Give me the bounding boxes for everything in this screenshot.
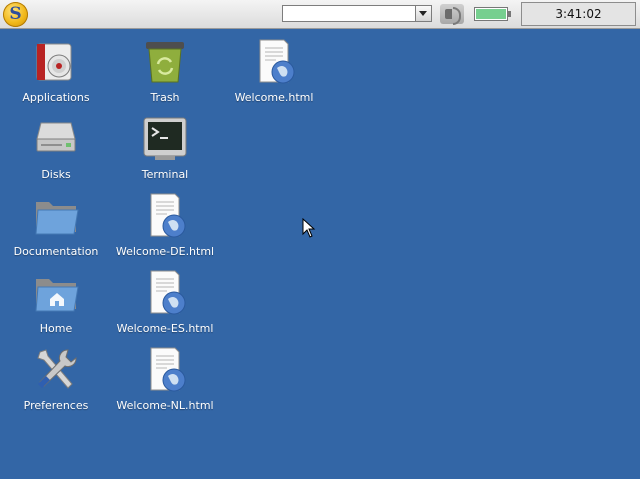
desktop-icon-welcome-de-html[interactable]: Welcome-DE.html [110, 192, 220, 264]
desktop-icon-preferences[interactable]: Preferences [1, 346, 111, 418]
desktop-icon-welcome-html[interactable]: Welcome.html [219, 38, 329, 110]
clock[interactable]: 3:41:02 [521, 2, 636, 26]
desktop-icon-label: Welcome-ES.html [116, 322, 214, 335]
applications-icon [36, 43, 72, 81]
desktop-icon-trash[interactable]: Trash [110, 38, 220, 110]
chevron-down-icon[interactable] [415, 6, 431, 21]
top-panel: S 3:41:02 [0, 0, 640, 29]
desktop-icon-label: Applications [22, 91, 90, 104]
start-menu-button[interactable]: S [3, 2, 28, 27]
html-document-icon [150, 193, 186, 238]
desktop-icon-label: Home [39, 322, 73, 335]
speaker-icon[interactable] [440, 4, 464, 25]
desktop-icon-label: Documentation [13, 245, 99, 258]
mouse-pointer-icon [302, 218, 316, 238]
folder-icon [35, 202, 79, 235]
home-folder-icon [35, 279, 79, 312]
desktop-icon-home[interactable]: Home [1, 269, 111, 341]
disk-drive-icon [36, 122, 76, 152]
html-document-icon [150, 270, 186, 315]
desktop-icon-label: Terminal [141, 168, 189, 181]
trash-icon [146, 42, 184, 83]
desktop-icon-label: Welcome-DE.html [115, 245, 215, 258]
desktop-icon-welcome-es-html[interactable]: Welcome-ES.html [110, 269, 220, 341]
battery-level-fill [476, 9, 506, 19]
search-combobox[interactable] [282, 5, 432, 22]
desktop-icon-applications[interactable]: Applications [1, 38, 111, 110]
terminal-icon [143, 117, 187, 160]
desktop-icon-label: Disks [41, 168, 71, 181]
desktop-icon-label: Trash [150, 91, 180, 104]
html-document-icon [259, 39, 295, 84]
desktop-icon-label: Preferences [23, 399, 89, 412]
desktop-icon-label: Welcome-NL.html [116, 399, 214, 412]
desktop-icon-documentation[interactable]: Documentation [1, 192, 111, 264]
s-logo-icon: S [9, 3, 22, 24]
desktop-icon-label: Welcome.html [234, 91, 314, 104]
html-document-icon [150, 347, 186, 392]
desktop-icon-welcome-nl-html[interactable]: Welcome-NL.html [110, 346, 220, 418]
desktop-icon-terminal[interactable]: Terminal [110, 115, 220, 187]
battery-icon[interactable] [474, 7, 511, 21]
preferences-icon [37, 349, 77, 389]
desktop-icon-disks[interactable]: Disks [1, 115, 111, 187]
